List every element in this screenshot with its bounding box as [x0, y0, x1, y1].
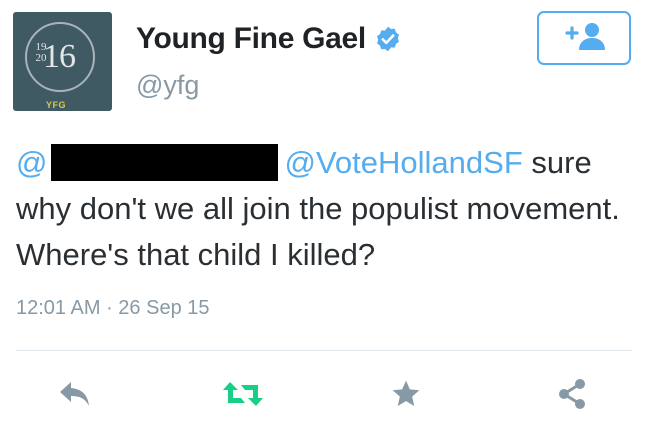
- tweet-timestamp[interactable]: 12:01 AM · 26 Sep 15: [16, 297, 210, 320]
- tweet-text: @ @VoteHollandSF sure why don't we all jo…: [16, 140, 641, 278]
- meta-separator: ·: [100, 297, 119, 319]
- reply-button[interactable]: [53, 374, 97, 418]
- mention-votehollandsf[interactable]: @VoteHollandSF: [284, 145, 522, 180]
- display-name-text[interactable]: Young Fine Gael: [136, 22, 366, 56]
- tweet-time: 12:01 AM: [16, 297, 101, 319]
- verified-icon: [374, 25, 402, 53]
- reply-icon: [58, 379, 92, 414]
- redacted-block: [51, 144, 279, 181]
- avatar-badge: YFG: [46, 100, 67, 110]
- tweet-text-rest: why don't we all join the populist movem…: [16, 191, 620, 272]
- retweet-button[interactable]: [221, 374, 265, 418]
- tweet-date: 26 Sep 15: [118, 297, 210, 319]
- star-icon: [390, 378, 422, 415]
- avatar[interactable]: 19 20 16 YFG: [13, 12, 112, 111]
- add-user-icon: [559, 21, 609, 56]
- follow-button[interactable]: [537, 11, 631, 65]
- user-handle[interactable]: @yfg: [136, 70, 199, 101]
- display-name[interactable]: Young Fine Gael: [136, 22, 402, 56]
- mention-redacted[interactable]: @: [16, 145, 47, 180]
- avatar-year-bottom: 20: [35, 52, 47, 64]
- retweet-icon: [221, 378, 265, 415]
- tweet-text-line1-tail: sure: [522, 145, 592, 180]
- favorite-button[interactable]: [384, 374, 428, 418]
- avatar-year: 19 20 16: [36, 38, 77, 76]
- share-button[interactable]: [550, 374, 594, 418]
- divider: [16, 350, 632, 351]
- share-icon: [555, 377, 589, 416]
- avatar-year-small: 19 20: [34, 42, 48, 64]
